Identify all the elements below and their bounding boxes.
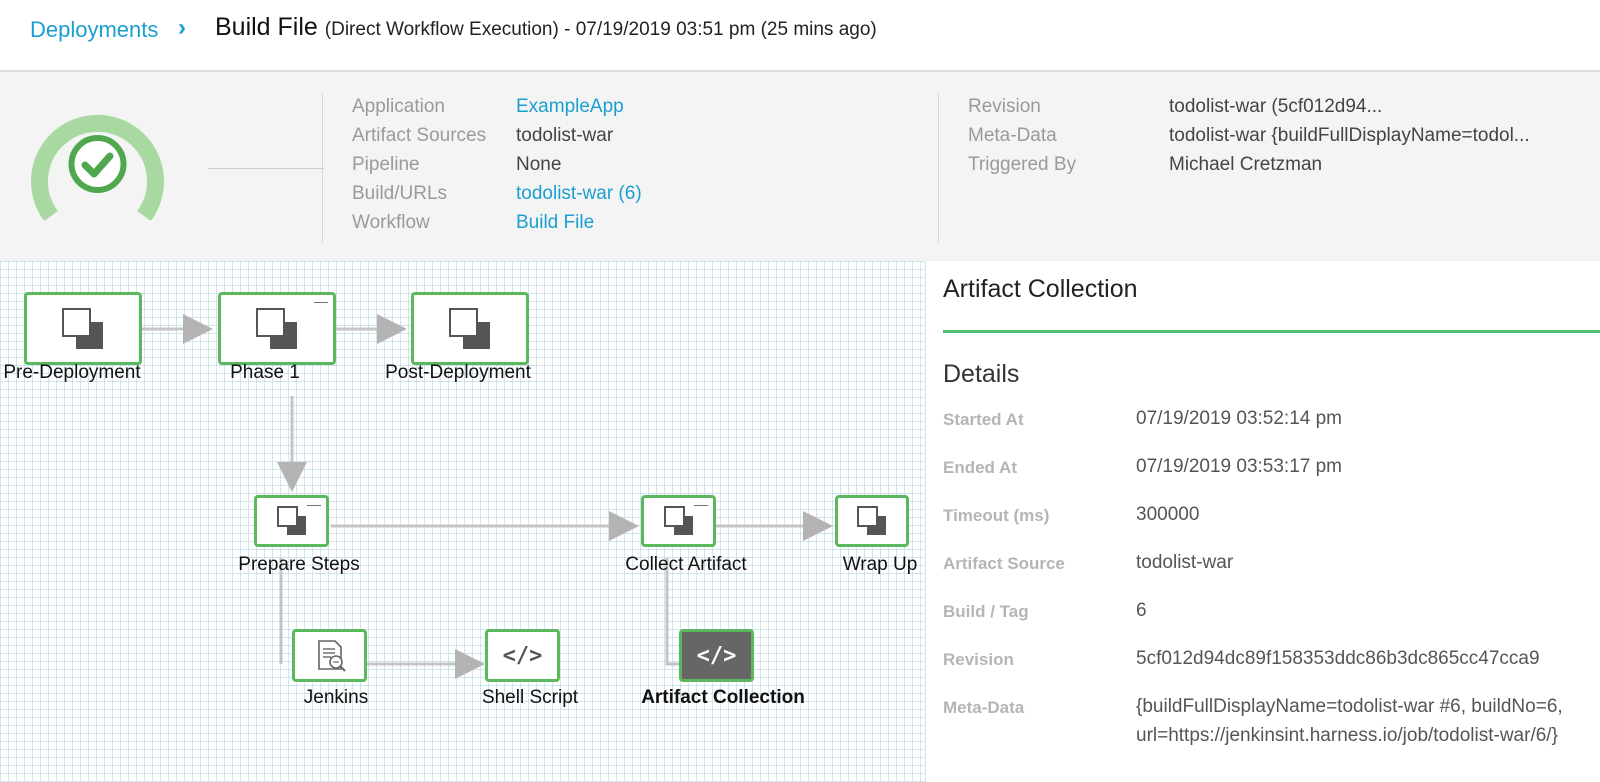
- code-icon: </>: [696, 643, 737, 668]
- artifact-source-value: todolist-war: [1136, 552, 1234, 573]
- node-post-deployment[interactable]: [411, 292, 529, 365]
- details-heading: Details: [943, 360, 1020, 388]
- phase-icon: [62, 307, 103, 349]
- chevron-right-icon: ›: [178, 14, 186, 41]
- page-title: Build File (Direct Workflow Execution) -…: [215, 13, 877, 42]
- node-wrap-up[interactable]: [835, 495, 909, 547]
- artifact-sources-value: todolist-war: [516, 125, 614, 146]
- application-link[interactable]: ExampleApp: [516, 96, 624, 118]
- node-label-jenkins: Jenkins: [303, 687, 369, 708]
- workflow-graph[interactable]: Pre-Deployment — Phase 1 Post-Deployment…: [0, 261, 926, 782]
- node-phase-1[interactable]: —: [218, 292, 336, 365]
- summary-divider: [322, 94, 323, 242]
- phase-icon: [256, 307, 297, 349]
- pipeline-value: None: [516, 154, 562, 175]
- node-prepare-steps[interactable]: —: [254, 495, 329, 547]
- node-label-wrap-up: Wrap Up: [842, 554, 918, 575]
- meta-data-label: Meta-Data: [968, 125, 1057, 146]
- revision-detail-value: 5cf012d94dc89f158353ddc86b3dc865cc47cca9: [1136, 648, 1540, 669]
- triggered-by-label: Triggered By: [968, 154, 1077, 175]
- breadcrumb-deployments-link[interactable]: Deployments: [30, 17, 158, 43]
- application-label: Application: [352, 96, 445, 117]
- node-pre-deployment[interactable]: [24, 292, 142, 365]
- check-circle-icon: [68, 135, 127, 193]
- node-artifact-collection[interactable]: </>: [679, 629, 754, 682]
- code-icon: </>: [502, 643, 543, 668]
- meta-data-detail-value-line2: url=https://jenkinsint.harness.io/job/to…: [1136, 725, 1558, 746]
- started-at-label: Started At: [943, 410, 1024, 429]
- details-title-underline: [943, 330, 1600, 333]
- timeout-label: Timeout (ms): [943, 506, 1050, 525]
- node-label-post-deployment: Post-Deployment: [385, 362, 531, 383]
- started-at-value: 07/19/2019 03:52:14 pm: [1136, 408, 1343, 429]
- build-tag-label: Build / Tag: [943, 602, 1029, 621]
- execution-summary: Application ExampleApp Artifact Sources …: [0, 72, 1600, 261]
- build-urls-label: Build/URLs: [352, 183, 448, 204]
- pipeline-label: Pipeline: [352, 154, 420, 175]
- revision-detail-label: Revision: [943, 650, 1014, 669]
- collapse-icon[interactable]: —: [307, 496, 321, 512]
- details-panel: Artifact Collection Details Started At 0…: [927, 261, 1600, 782]
- ended-at-value: 07/19/2019 03:53:17 pm: [1136, 456, 1343, 477]
- node-label-shell-script: Shell Script: [481, 687, 579, 708]
- page-header: Deployments › Build File (Direct Workflo…: [0, 0, 1600, 72]
- node-label-phase-1: Phase 1: [230, 362, 300, 383]
- phase-icon: [449, 307, 490, 349]
- collapse-icon[interactable]: —: [694, 496, 708, 512]
- ended-at-label: Ended At: [943, 458, 1017, 477]
- summary-divider: [938, 94, 939, 242]
- build-tag-value: 6: [1136, 600, 1147, 621]
- phase-icon: [857, 506, 886, 535]
- triggered-by-value: Michael Cretzman: [1169, 154, 1323, 175]
- node-collect-artifact[interactable]: —: [641, 495, 716, 547]
- phase-icon: [663, 506, 693, 535]
- build-urls-link[interactable]: todolist-war (6): [516, 183, 642, 205]
- artifact-source-label: Artifact Source: [943, 554, 1065, 573]
- node-shell-script[interactable]: </>: [485, 629, 560, 682]
- page-title-text: Build File: [215, 13, 318, 41]
- node-label-pre-deployment: Pre-Deployment: [3, 362, 141, 383]
- workflow-link[interactable]: Build File: [516, 212, 594, 234]
- phase-icon: [276, 506, 306, 535]
- page-subtitle: (Direct Workflow Execution) - 07/19/2019…: [324, 19, 877, 40]
- node-label-prepare-steps: Prepare Steps: [238, 554, 360, 575]
- workflow-label: Workflow: [352, 212, 430, 233]
- jenkins-icon: [317, 639, 346, 672]
- status-ring-icon: [31, 114, 164, 220]
- artifact-sources-label: Artifact Sources: [352, 125, 487, 146]
- revision-label: Revision: [968, 96, 1041, 117]
- node-label-artifact-collection: Artifact Collection: [641, 687, 805, 708]
- timeout-value: 300000: [1136, 504, 1200, 525]
- details-title: Artifact Collection: [943, 275, 1138, 303]
- node-label-collect-artifact: Collect Artifact: [625, 554, 747, 575]
- node-jenkins[interactable]: [292, 629, 367, 682]
- collapse-icon[interactable]: —: [314, 293, 328, 309]
- meta-data-value: todolist-war {buildFullDisplayName=todol…: [1169, 125, 1530, 146]
- meta-data-detail-value: {buildFullDisplayName=todolist-war #6, b…: [1136, 696, 1563, 717]
- summary-connector: [208, 168, 324, 169]
- meta-data-detail-label: Meta-Data: [943, 698, 1025, 717]
- revision-value: todolist-war (5cf012d94...: [1169, 96, 1383, 117]
